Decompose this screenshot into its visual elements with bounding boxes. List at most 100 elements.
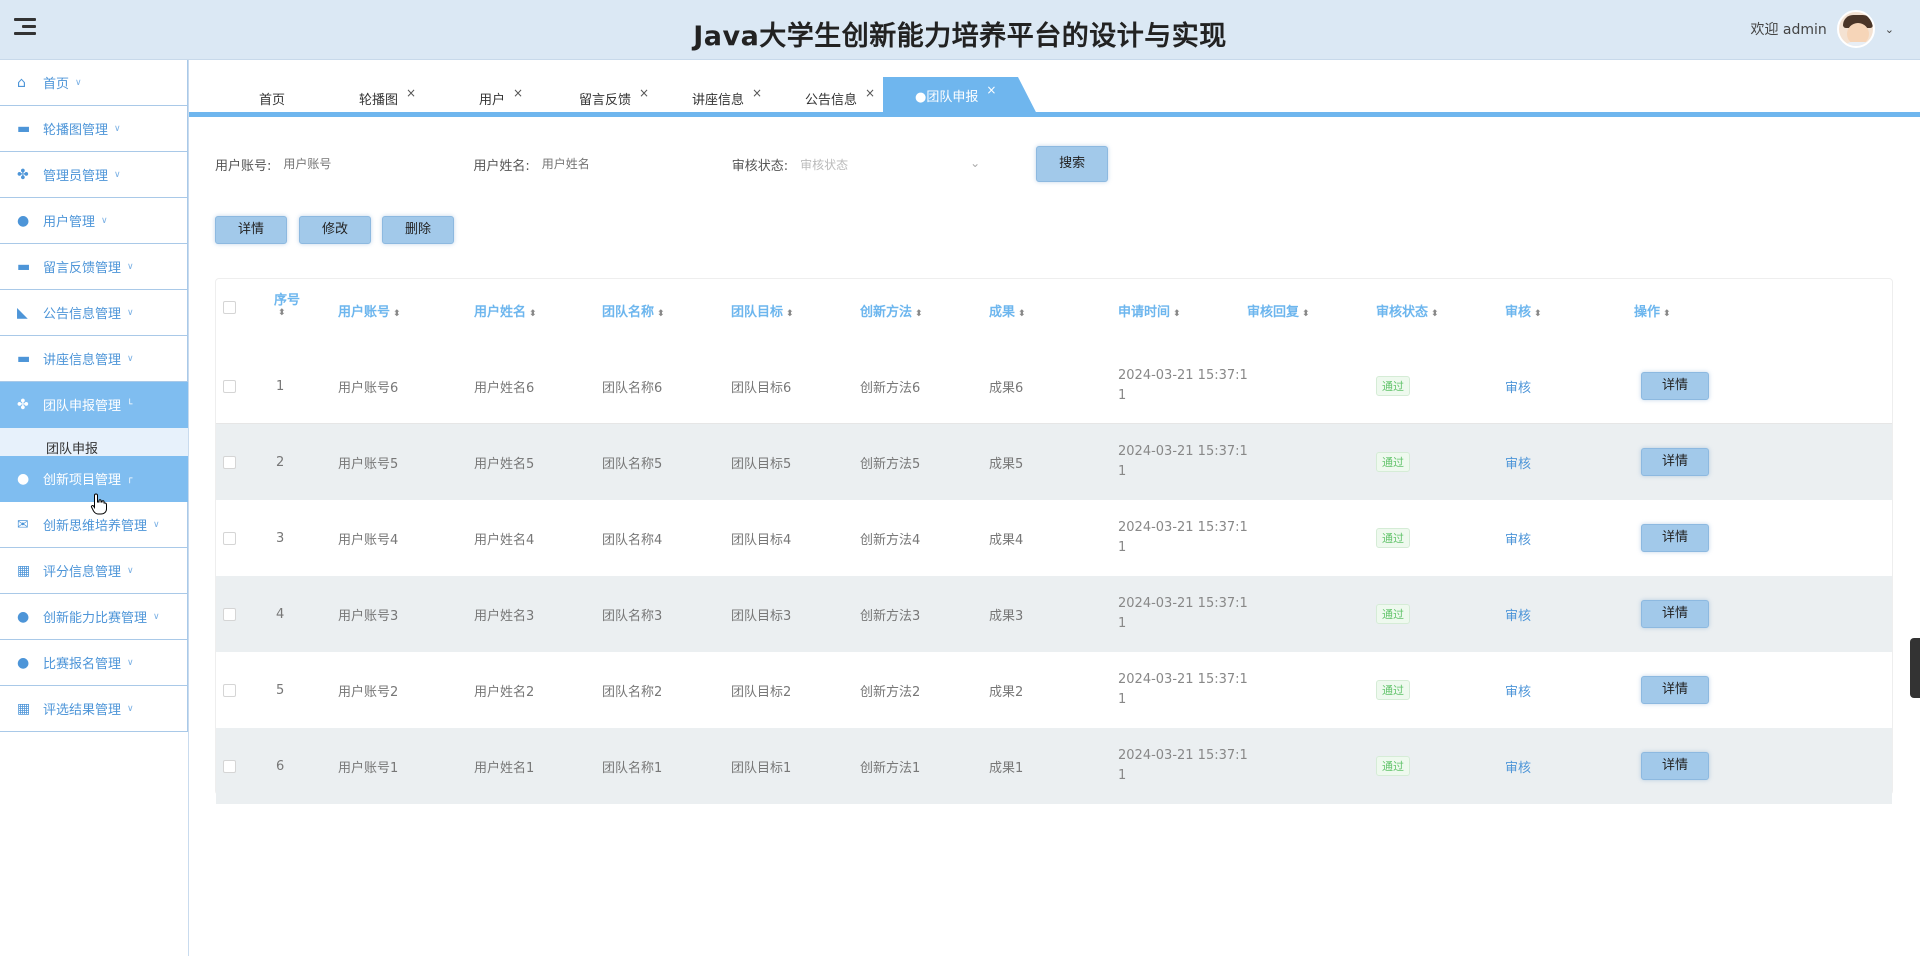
sidebar-item-2[interactable]: ✤ 管理员管理 ∨ (0, 152, 188, 198)
status-label: 审核状态: (731, 158, 789, 174)
column-header[interactable]: 用户姓名 ⬍ (474, 301, 536, 320)
sort-icon[interactable]: ⬍ (786, 309, 793, 319)
close-icon[interactable]: × (865, 86, 875, 100)
scroll-handle[interactable] (1910, 638, 1920, 698)
tab-6[interactable]: ●团队申报 × (883, 77, 1037, 113)
delete-button[interactable]: 删除 (382, 216, 454, 244)
table-row[interactable]: 3 用户账号4 用户姓名4 团队名称4 团队目标4 创新方法4 成果4 2024-03-21 … (216, 500, 1892, 576)
tab-5[interactable]: 公告信息 × (805, 83, 875, 113)
sidebar-item-11[interactable]: ● 创新能力比赛管理 ∨ (0, 594, 188, 640)
status-select[interactable]: 审核状态 ⌄ (800, 156, 980, 173)
row-checkbox[interactable] (223, 531, 236, 545)
sidebar-item-12[interactable]: ● 比赛报名管理 ∨ (0, 640, 188, 686)
detail-button[interactable]: 详情 (215, 216, 287, 244)
row-detail-button[interactable]: 详情 (1641, 524, 1709, 552)
name-label: 用户姓名: (473, 158, 530, 174)
row-detail-button[interactable]: 详情 (1641, 600, 1709, 628)
row-detail-button[interactable]: 详情 (1641, 752, 1709, 780)
cell-result: 成果1 (989, 760, 1024, 776)
cell-method: 创新方法2 (860, 684, 921, 700)
row-detail-button[interactable]: 详情 (1641, 448, 1709, 476)
close-icon[interactable]: × (513, 86, 523, 100)
sort-icon[interactable]: ⬍ (393, 309, 400, 319)
column-header[interactable]: 成果 ⬍ (989, 301, 1025, 320)
cell-account: 用户账号1 (338, 760, 399, 776)
review-link[interactable]: 审核 (1505, 377, 1531, 396)
account-input[interactable] (283, 157, 454, 171)
column-header[interactable]: 团队目标 ⬍ (731, 301, 793, 320)
sort-icon[interactable]: ⬍ (278, 308, 300, 318)
sidebar-item-label: 评选结果管理 (43, 703, 122, 718)
review-link[interactable]: 审核 (1505, 757, 1531, 776)
row-checkbox[interactable] (223, 455, 236, 469)
column-header[interactable]: 审核状态 ⬍ (1376, 301, 1438, 320)
tab-2[interactable]: 用户 × (479, 83, 523, 113)
column-header[interactable]: 审核回复 ⬍ (1247, 301, 1309, 320)
tab-label: 讲座信息 (692, 92, 745, 108)
sort-icon[interactable]: ⬍ (529, 309, 536, 319)
column-header[interactable]: 序号 ⬍ (274, 289, 300, 318)
sidebar-item-label: 比赛报名管理 (43, 657, 122, 672)
chevron-down-icon[interactable]: ⌄ (1885, 23, 1894, 36)
sort-icon[interactable]: ⬍ (1018, 309, 1025, 319)
column-header[interactable]: 审核 ⬍ (1505, 301, 1541, 320)
tab-3[interactable]: 留言反馈 × (579, 83, 649, 113)
column-header[interactable]: 团队名称 ⬍ (602, 301, 664, 320)
sidebar-item-1[interactable]: ▬ 轮播图管理 ∨ (0, 106, 188, 152)
column-header[interactable]: 操作 ⬍ (1634, 301, 1670, 320)
table-row[interactable]: 6 用户账号1 用户姓名1 团队名称1 团队目标1 创新方法1 成果1 2024-03-21 … (216, 728, 1892, 804)
chevron-down-icon: ∨ (153, 519, 160, 530)
row-checkbox[interactable] (223, 759, 236, 773)
tab-4[interactable]: 讲座信息 × (692, 83, 762, 113)
close-icon[interactable]: × (639, 86, 649, 100)
column-header[interactable]: 创新方法 ⬍ (860, 301, 922, 320)
column-header[interactable]: 用户账号 ⬍ (338, 301, 400, 320)
edit-button[interactable]: 修改 (299, 216, 371, 244)
row-checkbox[interactable] (223, 683, 236, 697)
sidebar-item-3[interactable]: ● 用户管理 ∨ (0, 198, 188, 244)
sort-icon[interactable]: ⬍ (1173, 309, 1180, 319)
review-link[interactable]: 审核 (1505, 453, 1531, 472)
sort-icon[interactable]: ⬍ (1302, 309, 1309, 319)
cell-method: 创新方法6 (860, 380, 921, 396)
row-checkbox[interactable] (223, 607, 236, 621)
select-all-checkbox[interactable] (223, 301, 236, 314)
review-link[interactable]: 审核 (1505, 681, 1531, 700)
row-detail-button[interactable]: 详情 (1641, 676, 1709, 704)
sidebar-item-4[interactable]: ▬ 留言反馈管理 ∨ (0, 244, 188, 290)
review-link[interactable]: 审核 (1505, 605, 1531, 624)
cell-account: 用户账号3 (338, 608, 399, 624)
review-link[interactable]: 审核 (1505, 529, 1531, 548)
sort-icon[interactable]: ⬍ (1431, 309, 1438, 319)
user-menu[interactable]: 欢迎 admin ⌄ (1750, 10, 1894, 48)
sort-icon[interactable]: ⬍ (657, 309, 664, 319)
sidebar-item-6[interactable]: ▬ 讲座信息管理 ∨ (0, 336, 188, 382)
table-row[interactable]: 1 用户账号6 用户姓名6 团队名称6 团队目标6 创新方法6 成果6 2024-03-21 … (216, 348, 1892, 424)
table-row[interactable]: 5 用户账号2 用户姓名2 团队名称2 团队目标2 创新方法2 成果2 2024-03-21 … (216, 652, 1892, 728)
close-icon[interactable]: × (752, 86, 762, 100)
sort-icon[interactable]: ⬍ (915, 309, 922, 319)
close-icon[interactable]: × (406, 86, 416, 100)
sidebar-item-7[interactable]: ✤ 团队申报管理 └ (0, 382, 188, 428)
cell-apply-time: 2024-03-21 15:37:1 1 (1118, 424, 1248, 500)
avatar[interactable] (1836, 10, 1875, 48)
sidebar-item-13[interactable]: ▦ 评选结果管理 ∨ (0, 686, 188, 732)
column-header[interactable]: 申请时间 ⬍ (1118, 301, 1180, 320)
name-input[interactable] (541, 157, 712, 171)
tab-0[interactable]: 首页 (259, 83, 285, 113)
search-button[interactable]: 搜索 (1036, 146, 1109, 182)
sidebar-item-10[interactable]: ▦ 评分信息管理 ∨ (0, 548, 188, 594)
submenu-item-team-declare[interactable]: 团队申报 (0, 428, 188, 457)
sort-icon[interactable]: ⬍ (1663, 309, 1670, 319)
cell-apply-time: 2024-03-21 15:37:1 1 (1118, 500, 1248, 576)
table-row[interactable]: 2 用户账号5 用户姓名5 团队名称5 团队目标5 创新方法5 成果5 2024-03-21 … (216, 424, 1892, 500)
sidebar-item-5[interactable]: ◣ 公告信息管理 ∨ (0, 290, 188, 336)
close-icon[interactable]: × (986, 83, 996, 97)
chevron-down-icon: ∨ (127, 703, 134, 714)
row-detail-button[interactable]: 详情 (1641, 372, 1709, 400)
table-row[interactable]: 4 用户账号3 用户姓名3 团队名称3 团队目标3 创新方法3 成果3 2024-03-21 … (216, 576, 1892, 652)
row-checkbox[interactable] (223, 379, 236, 393)
tab-1[interactable]: 轮播图 × (359, 83, 416, 113)
sidebar-item-0[interactable]: ⌂ 首页 ∨ (0, 60, 188, 106)
sort-icon[interactable]: ⬍ (1534, 309, 1541, 319)
